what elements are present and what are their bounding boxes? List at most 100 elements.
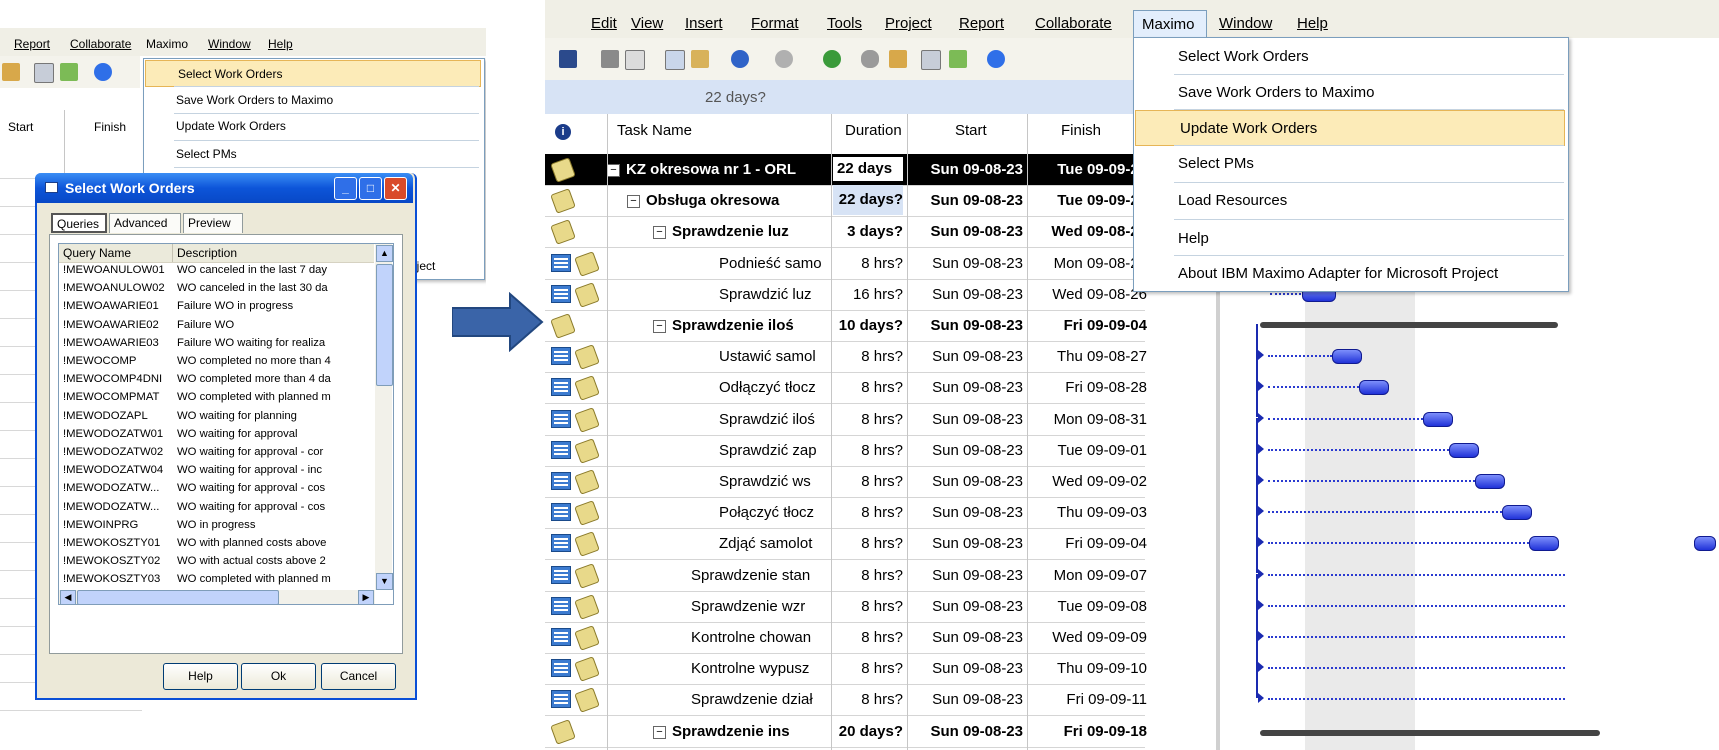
query-row[interactable]: !MEWOANULOW02 WO canceled in the last 30 … (59, 281, 374, 298)
finish-cell[interactable]: Thu 09-09-10 (1027, 660, 1147, 677)
cancel-button[interactable]: Cancel (321, 663, 396, 690)
menu-project[interactable]: Project (885, 15, 932, 32)
scroll-down-icon[interactable]: ▼ (376, 573, 393, 590)
finish-cell[interactable]: Fri 09-09-04 (1027, 317, 1147, 334)
duration-cell[interactable]: 8 hrs? (833, 567, 903, 584)
task-name-cell[interactable]: Sprawdzenie stan (691, 567, 829, 584)
duration-cell[interactable]: 8 hrs? (833, 535, 903, 552)
query-row[interactable]: !MEWOKOSZTY02 WO with actual costs above … (59, 554, 374, 571)
finish-cell[interactable]: Thu 09-09-03 (1027, 504, 1147, 521)
query-row[interactable]: !MEWOCOMP WO completed no more than 4 (59, 354, 374, 371)
menu-report[interactable]: Report (959, 15, 1004, 32)
column-start[interactable]: Start (955, 122, 987, 139)
task-name-cell[interactable]: Podnieść samo (719, 255, 829, 272)
start-cell[interactable]: Sun 09-08-23 (907, 691, 1023, 708)
query-row[interactable]: !MEWOKOSZTY01 WO with planned costs above (59, 536, 374, 553)
collapse-icon[interactable]: − (607, 164, 620, 177)
menu-insert[interactable]: Insert (685, 15, 723, 32)
task-row[interactable]: Połączyć tłocz 8 hrs? Sun 09-08-23 Thu 09-0… (545, 497, 1147, 530)
entry-bar[interactable]: 22 days? (545, 80, 1145, 115)
task-row[interactable]: Ustawić samol 8 hrs? Sun 09-08-23 Thu 09-08… (545, 341, 1147, 374)
query-row[interactable]: !MEWOCOMP4DNI WO completed more than 4 da (59, 372, 374, 389)
start-cell[interactable]: Sun 09-08-23 (907, 161, 1023, 178)
menu-collaborate[interactable]: Collaborate (1035, 15, 1112, 32)
start-cell[interactable]: Sun 09-08-23 (907, 660, 1023, 677)
dialog-titlebar[interactable]: Select Work Orders _ □ ✕ (35, 173, 413, 203)
task-row[interactable]: Kontrolne wypusz 8 hrs? Sun 09-08-23 Thu 09… (545, 653, 1147, 686)
start-cell[interactable]: Sun 09-08-23 (907, 223, 1023, 240)
task-row[interactable]: Odłączyć tłocz 8 hrs? Sun 09-08-23 Fri 09-0… (545, 372, 1147, 405)
start-cell[interactable]: Sun 09-08-23 (907, 629, 1023, 646)
menu-maximo[interactable]: Maximo (1133, 10, 1207, 39)
duration-cell[interactable]: 8 hrs? (833, 598, 903, 615)
query-row[interactable]: !MEWODOZATW04 WO waiting for approval - i… (59, 463, 374, 480)
start-cell[interactable]: Sun 09-08-23 (907, 348, 1023, 365)
column-task-name[interactable]: Task Name (617, 122, 692, 139)
query-row[interactable]: !MEWOAWARIE01 Failure WO in progress (59, 299, 374, 316)
query-list[interactable]: Query Name Description !MEWOANULOW01 WO c… (58, 243, 394, 605)
save-icon[interactable] (559, 50, 577, 68)
collapse-icon[interactable]: − (653, 226, 666, 240)
duration-cell[interactable]: 8 hrs? (833, 442, 903, 459)
start-cell[interactable]: Sun 09-08-23 (907, 192, 1023, 209)
finish-cell[interactable]: Fri 09-09-18 (1027, 723, 1147, 740)
task-row[interactable]: − Sprawdzenie iloś 10 days? Sun 09-08-23 Fri… (545, 310, 1147, 342)
column-query-name[interactable]: Query Name (63, 246, 171, 260)
menu-item-update-work-orders[interactable]: Update Work Orders (1135, 110, 1565, 146)
link-tasks-icon[interactable] (823, 50, 841, 68)
query-row[interactable]: !MEWOCOMPMAT WO completed with planned m (59, 390, 374, 407)
menu-item-select-work-orders[interactable]: Select Work Orders (1134, 39, 1566, 73)
duration-cell[interactable]: 8 hrs? (833, 660, 903, 677)
finish-cell[interactable]: Mon 09-08-31 (1027, 411, 1147, 428)
undo-icon[interactable] (731, 50, 749, 68)
notes-icon[interactable] (921, 50, 941, 70)
entry-value[interactable]: 22 days? (705, 89, 766, 106)
task-name-cell[interactable]: − Sprawdzenie luz (653, 223, 829, 240)
start-cell[interactable]: Sun 09-08-23 (907, 255, 1023, 272)
finish-cell[interactable]: Tue 09-09-01 (1027, 442, 1147, 459)
unlink-icon[interactable] (861, 50, 879, 68)
notes-icon[interactable] (34, 63, 54, 83)
close-icon[interactable]: ✕ (384, 177, 407, 200)
duration-cell[interactable]: 8 hrs? (833, 379, 903, 396)
query-row[interactable]: !MEWOINPRG WO in progress (59, 518, 374, 535)
duration-cell[interactable]: 16 hrs? (833, 286, 903, 303)
task-row[interactable]: Podnieść samo 8 hrs? Sun 09-08-23 Mon 09-08… (545, 248, 1147, 280)
scroll-right-icon[interactable]: ▶ (358, 590, 374, 604)
finish-cell[interactable]: Fri 09-09-04 (1027, 535, 1147, 552)
finish-cell[interactable]: Wed 09-09-02 (1027, 473, 1147, 490)
task-row[interactable]: Kontrolne chowan 8 hrs? Sun 09-08-23 Wed 09… (545, 622, 1147, 654)
menu-window[interactable]: Window (208, 37, 251, 51)
menu-item-select-pms[interactable]: Select PMs (1134, 146, 1566, 180)
finish-cell[interactable]: Tue 09-09-08 (1027, 598, 1147, 615)
query-row[interactable]: !MEWODOZATW02 WO waiting for approval - c… (59, 445, 374, 462)
collapse-icon[interactable]: − (627, 195, 640, 209)
duration-cell[interactable]: 8 hrs? (833, 473, 903, 490)
tab-preview[interactable]: Preview (183, 213, 243, 233)
start-cell[interactable]: Sun 09-08-23 (907, 379, 1023, 396)
help-icon[interactable] (94, 63, 112, 81)
help-button[interactable]: Help (163, 663, 238, 690)
menu-report[interactable]: Report (14, 37, 50, 51)
task-row[interactable]: Zdjąć samolot 8 hrs? Sun 09-08-23 Fri 09-09… (545, 528, 1147, 561)
query-row[interactable]: !MEWODOZATW... WO waiting for approval - … (59, 500, 374, 517)
task-row[interactable]: − Sprawdzenie luz 3 days? Sun 09-08-23 Wed 0… (545, 216, 1147, 249)
print-preview-icon[interactable] (625, 50, 645, 70)
start-cell[interactable]: Sun 09-08-23 (907, 598, 1023, 615)
column-finish[interactable]: Finish (1061, 122, 1101, 139)
duration-cell[interactable]: 22 days (833, 157, 903, 181)
minimize-icon[interactable]: _ (334, 177, 357, 200)
menu-help[interactable]: Help (1297, 15, 1328, 32)
menu-item-about-adapter[interactable]: About IBM Maximo Adapter for Microsoft P… (1134, 256, 1566, 290)
finish-cell[interactable]: Wed 09-09-09 (1027, 629, 1147, 646)
duration-cell[interactable]: 8 hrs? (833, 691, 903, 708)
duration-cell[interactable]: 3 days? (833, 223, 903, 240)
menu-view[interactable]: View (631, 15, 663, 32)
start-cell[interactable]: Sun 09-08-23 (907, 504, 1023, 521)
task-name-cell[interactable]: Sprawdzić zap (719, 442, 829, 459)
redo-icon[interactable] (775, 50, 793, 68)
print-icon[interactable] (601, 50, 619, 68)
ok-button[interactable]: Ok (241, 663, 316, 690)
query-row[interactable]: !MEWODOZAPL WO waiting for planning (59, 409, 374, 426)
finish-cell[interactable]: Mon 09-09-07 (1027, 567, 1147, 584)
